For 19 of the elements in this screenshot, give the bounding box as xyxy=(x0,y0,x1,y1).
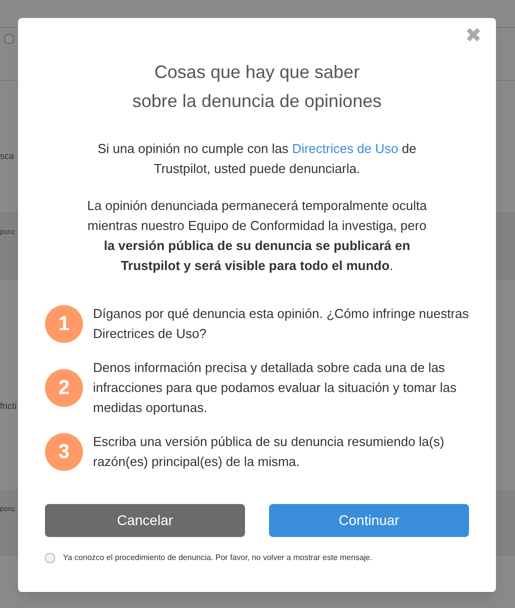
checkbox[interactable] xyxy=(45,553,55,563)
step-text: Escriba una versión pública de su denuncia resumiendo la(s) razón(es) principal(es) de la misma. xyxy=(93,433,446,471)
checkbox-label: Ya conozco el procedimiento de denuncia. Por favor, no volver a mostrar este mensaje. xyxy=(63,552,372,564)
intro-text: Si una opinión no cumple con las Directrices de Uso de Trustpilot, usted puede denunciarla. xyxy=(96,140,418,178)
step-text: Díganos por qué denuncia esta opinión. ¿Cómo infringe nuestras Directrices de Uso? xyxy=(93,305,469,343)
continue-button[interactable]: Continuar xyxy=(269,504,469,537)
close-button[interactable]: ✖ xyxy=(461,22,486,50)
background-text: sca xyxy=(0,150,14,163)
guidelines-link[interactable]: Directrices de Uso xyxy=(292,141,398,156)
step-number: 3 xyxy=(45,433,83,471)
checkbox[interactable] xyxy=(4,34,14,44)
dialog-title: Cosas que hay que saber xyxy=(154,61,360,84)
cancel-button[interactable]: Cancelar xyxy=(45,504,245,537)
step-text: Denos información precisa y detallada sobre cada una de las infracciones para que podamos evaluar la situación y tomar las medidas oportunas. xyxy=(93,359,458,417)
step-number: 1 xyxy=(45,305,83,343)
background-text: fricti xyxy=(0,400,16,413)
dialog-title: sobre la denuncia de opiniones xyxy=(132,90,382,113)
notice-text: La opinión denunciada permanecerá temporalmente oculta mientras nuestro Equipo de Conformidad la investiga, pero la versión pública de su denuncia se publicará en Trustpilot y será visible para todo el mundo. xyxy=(86,197,428,275)
step-number: 2 xyxy=(45,369,83,407)
